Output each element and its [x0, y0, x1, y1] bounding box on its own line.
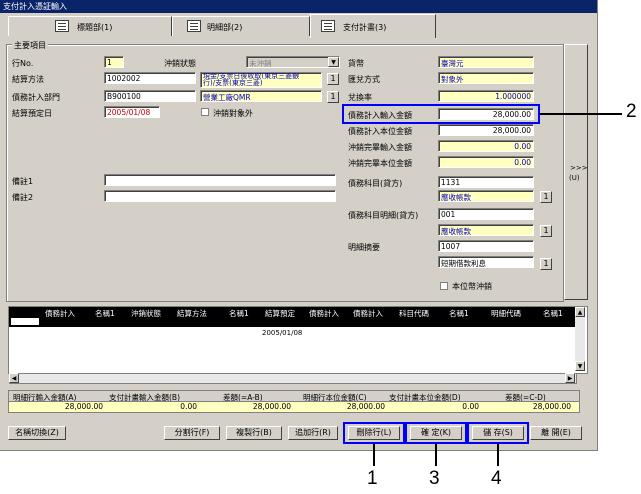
chevron-down-icon[interactable]: ▼: [328, 57, 339, 67]
highlight-box-3: [405, 422, 467, 444]
offset-done-base-field: 0.00: [438, 156, 534, 168]
debt-input-field[interactable]: 28,000.00: [438, 108, 534, 120]
expand-button[interactable]: >>> (U): [564, 44, 588, 300]
highlight-box-4: [467, 422, 529, 444]
rate-field: 1.000000: [438, 90, 534, 102]
summary-value: 28,000.00: [346, 402, 385, 411]
due-date-label: 結算預定日: [12, 109, 52, 118]
row-selector[interactable]: [11, 318, 39, 325]
summary-name-field[interactable]: 短期借款利息: [438, 256, 534, 268]
note1-field[interactable]: [104, 174, 336, 186]
callout-line-1: [373, 444, 375, 466]
settle-name-field: 現金/支票日後收取(東京三菱銀 行)/支票(東京三菱): [200, 72, 322, 88]
currency-label: 貨幣: [348, 59, 364, 68]
subject-detail-lookup-button[interactable]: 1: [540, 225, 552, 237]
settle-lookup-button[interactable]: 1: [327, 73, 339, 85]
table-row[interactable]: [9, 317, 575, 327]
currency-field: 臺灣元: [438, 56, 534, 68]
exchange-label: 匯兌方式: [348, 75, 380, 84]
subject-lookup-button[interactable]: 1: [540, 191, 552, 203]
callout-4: 4: [491, 468, 502, 489]
summary-value: 0.00: [180, 402, 197, 411]
window-title: 支付計入憑証輸入: [3, 2, 67, 11]
name-switch-button[interactable]: 名稱切換(Z): [8, 426, 66, 440]
subject-detail-label: 債務科目明細(貸方): [348, 211, 419, 220]
note2-label: 備註2: [12, 193, 34, 202]
dept-label: 債務計入部門: [12, 93, 60, 102]
tab-detail[interactable]: 明細部(2): [172, 16, 310, 36]
tab-payment-plan[interactable]: 支付計畫(3): [310, 14, 436, 38]
book-icon: [55, 20, 69, 32]
highlight-box-1: [343, 422, 405, 444]
debt-input-label: 債務計入輸入金額: [348, 111, 412, 120]
local-offset-checkbox[interactable]: [440, 282, 448, 290]
callout-2: 2: [626, 101, 637, 122]
settle-name-line2: 行)/支票(東京三菱): [203, 79, 263, 87]
group-title: 主要項目: [12, 40, 48, 51]
callout-line-3: [435, 444, 437, 466]
dept-lookup-button[interactable]: 1: [327, 91, 339, 103]
offset-done-input-label: 沖銷完畢輸入金額: [348, 143, 412, 152]
dept-code-field[interactable]: B900100: [104, 90, 196, 102]
summary-label: 明細摘要: [348, 243, 380, 252]
copy-row-button[interactable]: 複製行(B): [226, 426, 282, 440]
grid-cell-date: 2005/01/08: [262, 329, 303, 337]
subject-label: 債務科目(貸方): [348, 179, 403, 188]
rate-label: 兌換率: [348, 93, 372, 102]
summary-code-field[interactable]: 1007: [438, 240, 534, 252]
dept-name-field: 營業工廠QMR: [200, 90, 322, 102]
status-label: 沖銷狀態: [164, 59, 196, 68]
tab-label: 標題部(1): [77, 23, 113, 32]
summary-values: 28,000.00 0.00 28,000.00 28,000.00 0.00 …: [8, 401, 580, 413]
scroll-up-icon[interactable]: ▲: [575, 307, 585, 317]
summary-value: 28,000.00: [532, 402, 571, 411]
summary-value: 28,000.00: [252, 402, 291, 411]
callout-line-2: [540, 113, 622, 115]
tab-label: 明細部(2): [207, 23, 243, 32]
row-no-field[interactable]: 1: [104, 56, 124, 68]
grid-hscrollbar[interactable]: [9, 373, 577, 384]
note2-field[interactable]: [104, 190, 336, 202]
title-bar: 支付計入憑証輸入: [0, 0, 597, 13]
close-button[interactable]: 離 開(E): [530, 426, 582, 440]
note1-label: 備註1: [12, 177, 34, 186]
grid-header: 債務計入 名稱1 沖銷狀態 結算方法 名稱1 結算預定 債務計入 債務計入 科目…: [9, 307, 575, 318]
summary-lookup-button[interactable]: 1: [540, 258, 552, 270]
callout-3: 3: [429, 468, 440, 489]
callout-line-4: [497, 444, 499, 466]
due-date-field[interactable]: 2005/01/08: [104, 106, 160, 118]
settle-code-field[interactable]: 1002002: [104, 72, 196, 84]
settle-label: 結算方法: [12, 75, 44, 84]
tab-label: 支付計畫(3): [343, 23, 387, 32]
add-row-button[interactable]: 追加行(R): [288, 426, 338, 440]
scroll-right-icon[interactable]: ▶: [565, 373, 575, 383]
offset-exclude-checkbox[interactable]: [201, 108, 209, 116]
local-offset-label: 本位幣沖銷: [452, 282, 492, 291]
row-no-label: 行No.: [12, 59, 34, 68]
summary-value: 0.00: [462, 402, 479, 411]
callout-1: 1: [367, 468, 378, 489]
subject-name-field: 應收帳款: [438, 190, 534, 202]
subject-detail-name-field: 應收帳款: [438, 224, 534, 236]
exchange-field: 對象外: [438, 72, 534, 84]
expand-hotkey: (U): [569, 174, 580, 182]
offset-done-input-field: 0.00: [438, 140, 534, 152]
tab-header[interactable]: 標題部(1): [8, 16, 172, 36]
form-icon: [321, 20, 335, 32]
offset-exclude-label: 沖銷對象外: [213, 109, 253, 118]
subject-code-field[interactable]: 1131: [438, 176, 534, 188]
offset-done-base-label: 沖銷完畢本位金額: [348, 159, 412, 168]
subject-detail-code-field[interactable]: 001: [438, 208, 534, 220]
document-icon: [187, 20, 201, 32]
debt-base-label: 債務計入本位金額: [348, 127, 412, 136]
status-select[interactable]: 未沖銷: [246, 56, 340, 68]
debt-base-field[interactable]: 28,000.00: [438, 124, 534, 136]
split-row-button[interactable]: 分割行(F): [164, 426, 220, 440]
scroll-down-icon[interactable]: ▼: [575, 361, 585, 371]
summary-value: 28,000.00: [64, 402, 103, 411]
scroll-left-icon[interactable]: ◀: [9, 373, 19, 383]
